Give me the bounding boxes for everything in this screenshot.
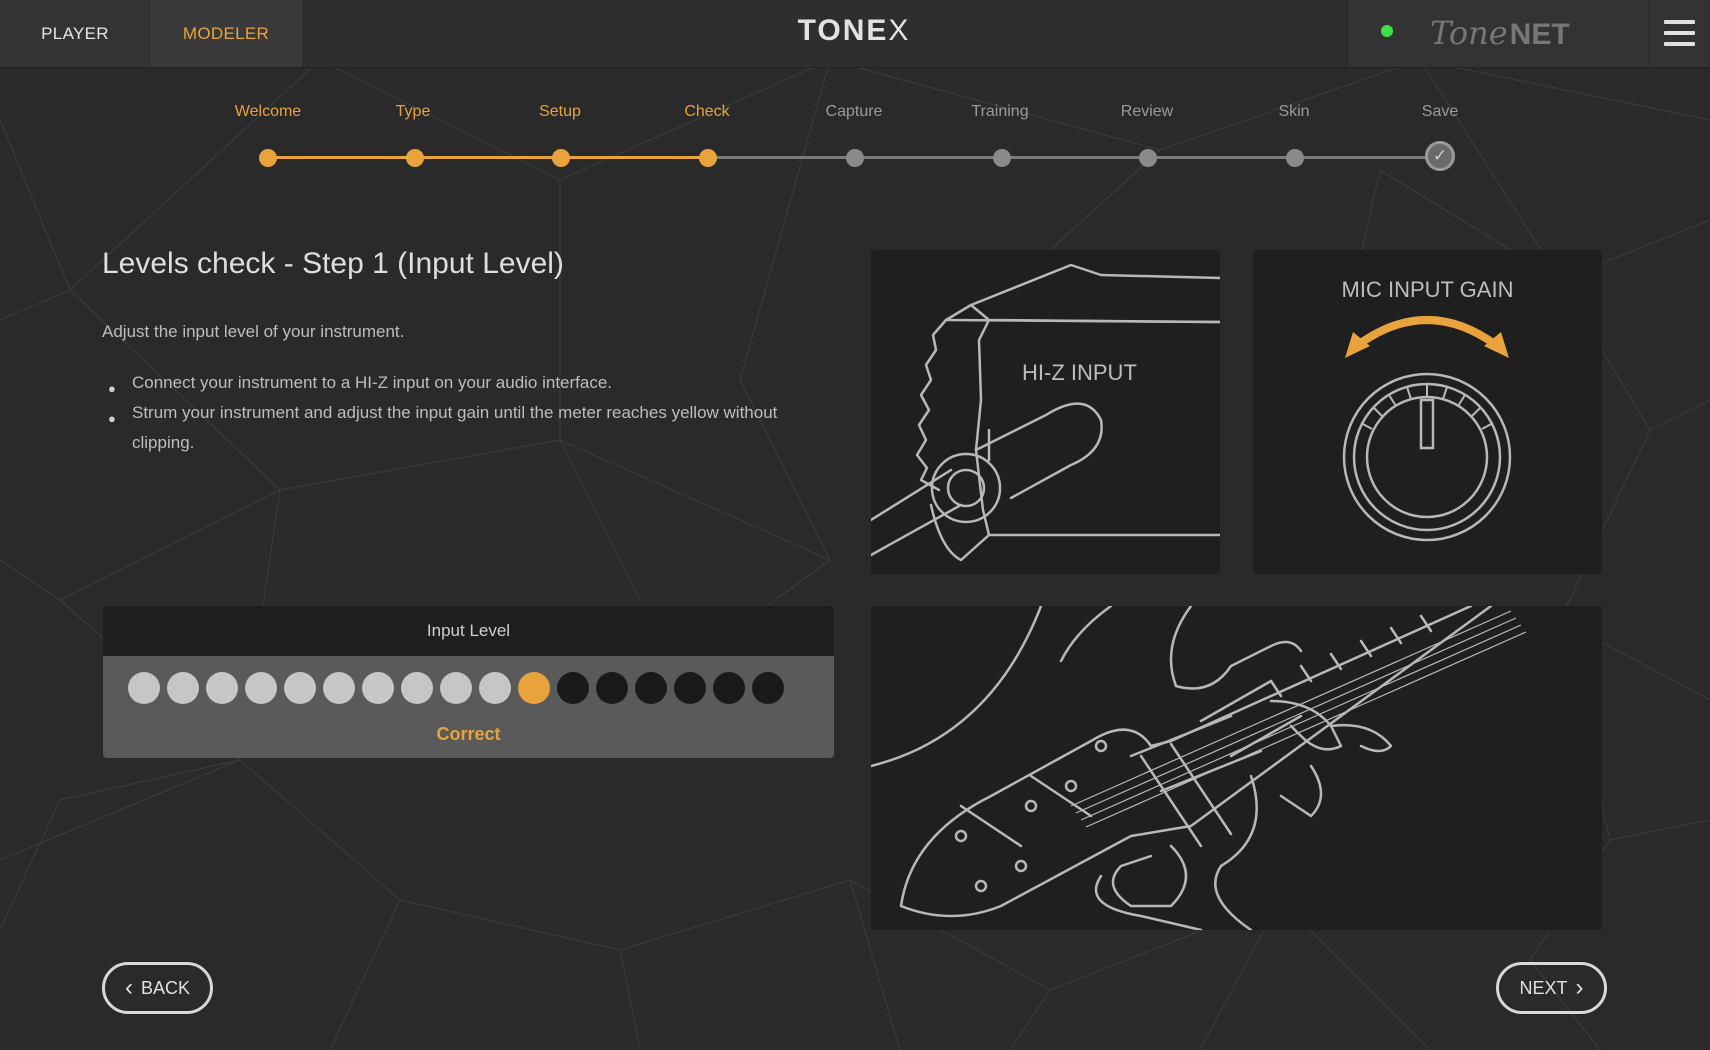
step-label-review: Review: [1120, 103, 1174, 120]
meter-leds: [128, 672, 784, 704]
bullet-icon: ●: [108, 411, 116, 426]
meter-led: [518, 672, 550, 704]
mic-input-gain-illustration: MIC INPUT GAIN: [1253, 250, 1602, 574]
step-dot-capture: [846, 149, 864, 167]
progress-track-remaining: [708, 156, 1440, 159]
step-label-training: Training: [971, 103, 1029, 120]
step-label-save: Save: [1421, 103, 1459, 120]
next-label: NEXT: [1519, 977, 1568, 998]
hiz-jack-drawing: [871, 263, 1220, 562]
meter-led: [323, 672, 355, 704]
step-label-welcome[interactable]: Welcome: [198, 103, 338, 121]
tab-player[interactable]: PLAYER: [0, 0, 150, 67]
meter-title: Input Level: [103, 606, 834, 656]
app-logo: TONEX: [760, 14, 948, 48]
step-label-skin: Skin: [1278, 103, 1310, 120]
step-dot-welcome[interactable]: [259, 149, 277, 167]
meter-led: [752, 672, 784, 704]
step-label-type[interactable]: Type: [343, 103, 483, 121]
logo-text: TONE: [797, 14, 889, 47]
tonenet-button[interactable]: Tone NET: [1430, 14, 1570, 54]
tonenet-tone-text: Tone: [1430, 14, 1508, 52]
hiz-input-illustration: HI-Z INPUT: [871, 250, 1220, 574]
meter-led: [401, 672, 433, 704]
meter-status: Correct: [436, 724, 501, 744]
meter-led: [557, 672, 589, 704]
input-level-meter: Input Level Correct: [103, 606, 834, 758]
gain-knob-drawing: [1342, 316, 1512, 542]
page-description: Adjust the input level of your instrumen…: [102, 322, 405, 341]
list-item: ● Strum your instrument and adjust the in…: [108, 398, 788, 458]
step-label-check[interactable]: Check: [637, 103, 777, 121]
meter-led: [674, 672, 706, 704]
guitar-drawing: [871, 606, 1527, 930]
step-dot-training: [993, 149, 1011, 167]
guitar-strum-illustration: [871, 606, 1602, 930]
connection-status-icon: [1381, 25, 1393, 37]
progress-track-done: [268, 156, 708, 159]
list-item: ● Connect your instrument to a HI-Z input…: [108, 368, 788, 398]
step-dot-type[interactable]: [406, 149, 424, 167]
meter-led: [206, 672, 238, 704]
meter-led: [245, 672, 277, 704]
step-label-setup[interactable]: Setup: [490, 103, 630, 121]
back-label: BACK: [140, 977, 191, 998]
instruction-list: ● Connect your instrument to a HI-Z input…: [108, 368, 788, 458]
back-button[interactable]: ‹ BACK: [102, 962, 213, 1014]
meter-led: [713, 672, 745, 704]
tab-modeler[interactable]: MODELER: [150, 0, 302, 67]
meter-led: [167, 672, 199, 704]
instruction-text: Connect your instrument to a HI-Z input …: [132, 373, 613, 392]
step-dot-review: [1139, 149, 1157, 167]
step-dot-setup[interactable]: [552, 149, 570, 167]
meter-led: [596, 672, 628, 704]
hiz-input-label: HI-Z INPUT: [1022, 360, 1137, 385]
meter-led: [635, 672, 667, 704]
meter-led: [128, 672, 160, 704]
meter-led: [440, 672, 472, 704]
meter-led: [479, 672, 511, 704]
step-label-capture: Capture: [825, 103, 883, 120]
next-button[interactable]: NEXT ›: [1496, 962, 1607, 1014]
hamburger-icon-bar: [1664, 31, 1695, 35]
meter-led: [362, 672, 394, 704]
step-dot-skin: [1286, 149, 1304, 167]
page-title: Levels check - Step 1 (Input Level): [102, 247, 564, 280]
tonenet-net-text: NET: [1509, 18, 1570, 51]
step-save-check-icon: ✓: [1425, 141, 1455, 171]
instruction-text: Strum your instrument and adjust the inp…: [132, 403, 778, 452]
hamburger-icon-bar: [1664, 42, 1695, 46]
hamburger-icon: [1664, 20, 1695, 24]
meter-led: [284, 672, 316, 704]
chevron-left-icon: ‹: [124, 974, 133, 1001]
logo-x-mark: X: [888, 14, 911, 47]
chevron-right-icon: ›: [1575, 974, 1584, 1001]
step-dot-check[interactable]: [699, 149, 717, 167]
